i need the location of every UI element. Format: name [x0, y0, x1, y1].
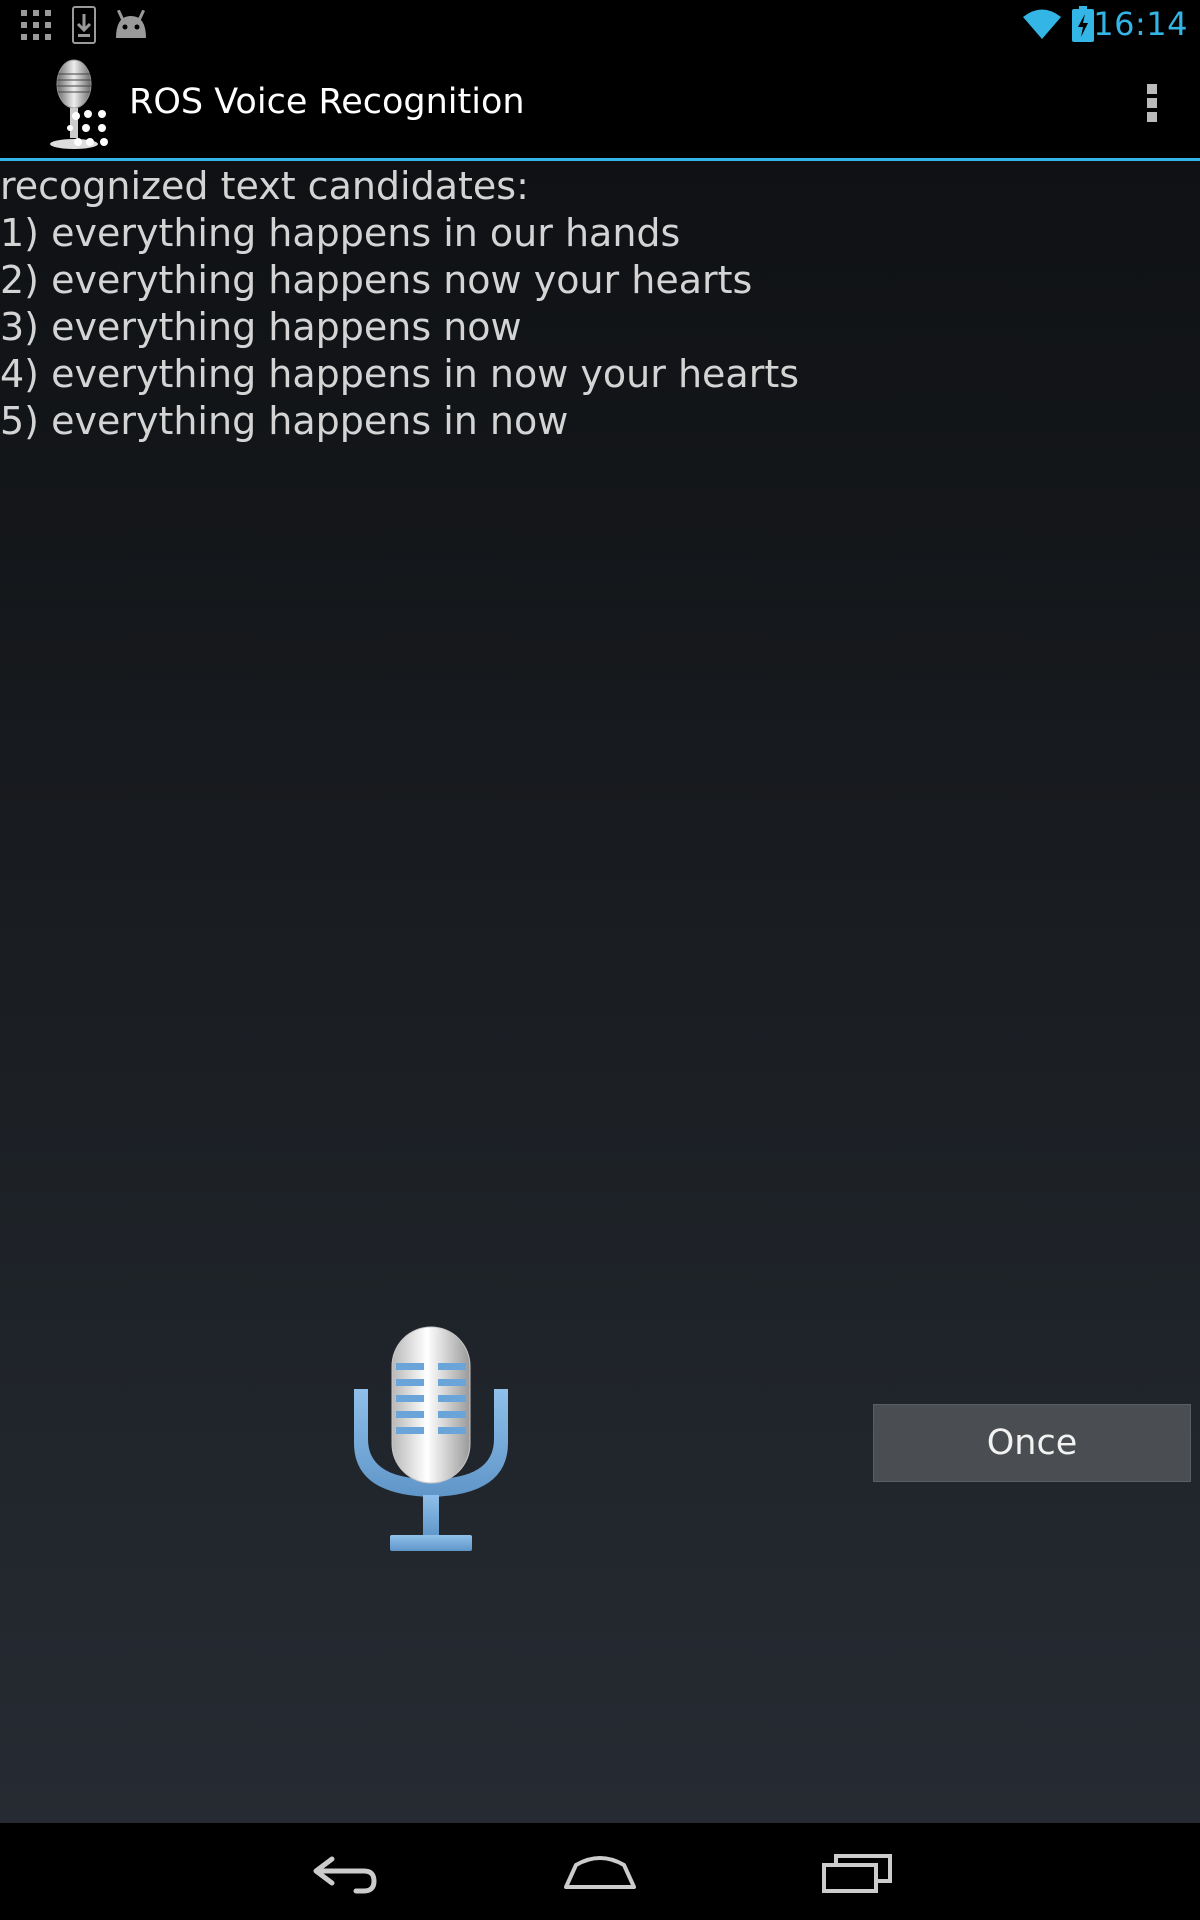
navigation-bar: [0, 1823, 1200, 1920]
candidate-item: 1) everything happens in our hands: [0, 211, 681, 255]
app-title: ROS Voice Recognition: [129, 82, 525, 122]
overflow-menu-icon[interactable]: [1144, 84, 1160, 128]
recent-apps-icon[interactable]: [812, 1843, 902, 1899]
screen: 16:14 ROS Voice Recognition recognized t…: [0, 0, 1200, 1920]
status-clock: 16:14: [1093, 5, 1188, 43]
wifi-icon: [1023, 9, 1061, 39]
android-icon: [116, 10, 146, 38]
battery-charging-icon: [1072, 6, 1094, 42]
results-heading: recognized text candidates:: [0, 164, 529, 208]
microphone-app-icon: [50, 59, 108, 149]
home-icon[interactable]: [555, 1843, 645, 1899]
status-bar: 16:14: [0, 0, 1200, 50]
candidate-item: 2) everything happens now your hearts: [0, 258, 753, 302]
candidate-item: 5) everything happens in now: [0, 399, 569, 443]
once-button[interactable]: Once: [873, 1404, 1191, 1482]
back-icon[interactable]: [298, 1843, 388, 1899]
candidate-item: 4) everything happens in now your hearts: [0, 352, 800, 396]
main-content: recognized text candidates: 1) everythin…: [0, 161, 1200, 1823]
results-list: recognized text candidates: 1) everythin…: [0, 163, 799, 445]
download-icon: [72, 6, 96, 44]
microphone-icon[interactable]: [346, 1321, 516, 1561]
action-bar: ROS Voice Recognition: [0, 50, 1200, 161]
apps-grid-icon: [21, 10, 51, 40]
candidate-item: 3) everything happens now: [0, 305, 522, 349]
